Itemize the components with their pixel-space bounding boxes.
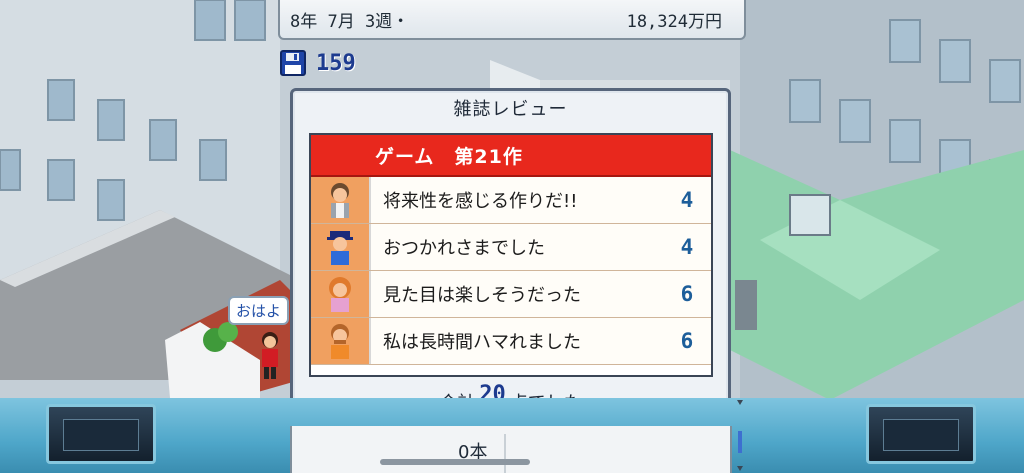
review-score: 4: [663, 177, 711, 223]
game-date: 8年 7月 3週・: [290, 11, 410, 32]
divider: [504, 434, 506, 473]
reviewer-portrait-icon: [311, 318, 371, 364]
reviewer-portrait-icon: [311, 224, 371, 270]
vertical-scrollbar[interactable]: [735, 398, 745, 473]
review-row: 見た目は楽しそうだった 6: [311, 271, 711, 318]
review-comment: 私は長時間ハマれました: [371, 318, 663, 364]
dialog-title: 雑誌レビュー: [453, 99, 568, 120]
reviewer-portrait-icon: [311, 177, 371, 223]
release-count-box: 0本: [290, 426, 732, 473]
review-score: 6: [663, 318, 711, 364]
review-row: 将来性を感じる作りだ!! 4: [311, 177, 711, 224]
reviewer-portrait-icon: [311, 271, 371, 317]
floppy-disk-icon: [280, 50, 306, 76]
right-menu-button[interactable]: [866, 404, 976, 464]
review-score: 6: [663, 271, 711, 317]
money-display: 18,324万円: [626, 11, 722, 32]
left-menu-button[interactable]: [46, 404, 156, 464]
review-score: 4: [663, 224, 711, 270]
fan-count: 159: [316, 50, 356, 76]
status-bar: 8年 7月 3週・ 18,324万円: [278, 0, 746, 40]
review-comment: 見た目は楽しそうだった: [371, 271, 663, 317]
magazine-review-dialog: 雑誌レビュー ゲーム 第21作 将来性を感じる作りだ!! 4 おつかれさまでした…: [290, 88, 731, 426]
horizontal-scrollbar[interactable]: [380, 459, 530, 465]
review-comment: 将来性を感じる作りだ!!: [371, 177, 663, 223]
review-row: おつかれさまでした 4: [311, 224, 711, 271]
review-row: 私は長時間ハマれました 6: [311, 318, 711, 365]
fan-counter: 159: [280, 50, 356, 76]
review-comment: おつかれさまでした: [371, 224, 663, 270]
game-title-bar: ゲーム 第21作: [311, 135, 711, 177]
review-panel: ゲーム 第21作 将来性を感じる作りだ!! 4 おつかれさまでした 4 見た目は…: [309, 133, 713, 377]
speech-bubble: おはよ: [228, 296, 290, 325]
employee-sprite[interactable]: [255, 330, 285, 380]
